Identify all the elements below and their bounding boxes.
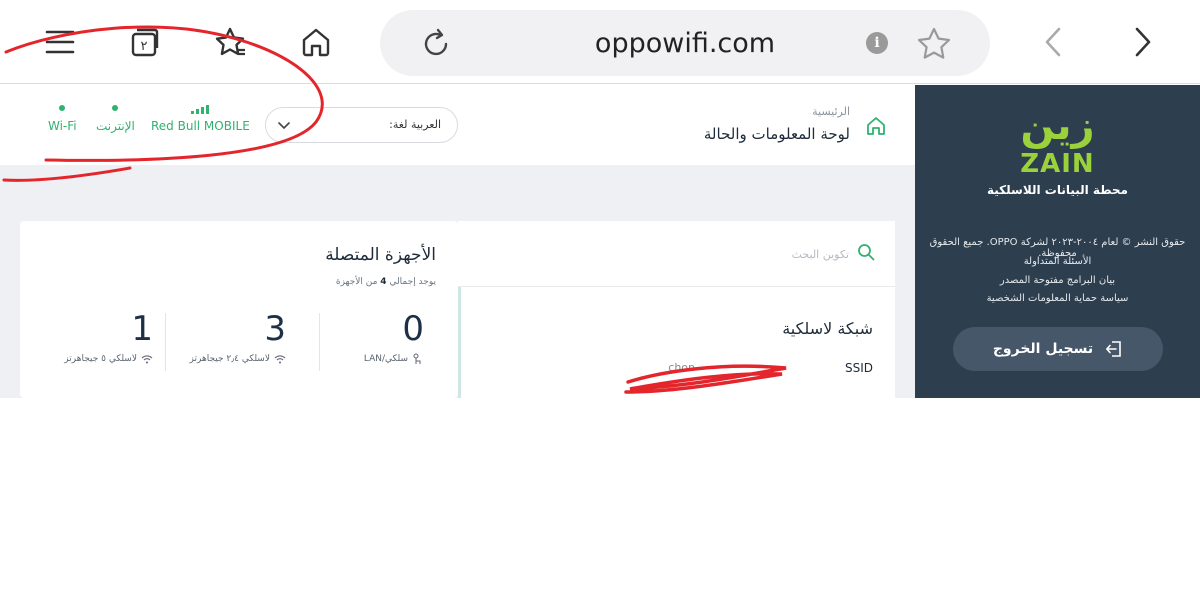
signal-icon [151, 105, 250, 114]
wifi-24-count: 3 [264, 309, 286, 349]
breadcrumb[interactable]: الرئيسية [812, 105, 850, 118]
card-accent-bar [458, 287, 461, 398]
lan-stat-label: سلكي/LAN [364, 353, 424, 365]
search-icon[interactable] [857, 243, 875, 261]
wifi-24-label: لاسلكي ٢٫٤ جيجاهرتز [189, 354, 270, 364]
lan-stat[interactable]: 0 سلكي/LAN [306, 309, 436, 369]
ssid-label: SSID [844, 361, 873, 375]
summary-prefix: يوجد إجمالي [389, 277, 436, 287]
internet-status: الإنترنت [96, 105, 135, 133]
lan-count: 0 [402, 309, 424, 349]
wifi-5-label: لاسلكي ٥ جيجاهرتز [64, 354, 137, 364]
language-value: العربية [410, 118, 441, 131]
wifi-status: Wi-Fi [48, 105, 77, 133]
logout-icon [1106, 341, 1121, 357]
internet-status-label: الإنترنت [96, 119, 135, 133]
tab-count: ٢ [141, 39, 148, 54]
language-label: لغة: [389, 118, 408, 131]
wireless-network-title: شبكة لاسلكية [782, 319, 873, 338]
page-title: لوحة المعلومات والحالة [703, 125, 850, 143]
privacy-link[interactable]: سياسة حماية المعلومات الشخصية [915, 293, 1200, 304]
wifi-5-stat-label: لاسلكي ٥ جيجاهرتز [64, 353, 153, 365]
url-text[interactable]: oppowifi.com [380, 28, 990, 59]
logout-button[interactable]: تسجيل الخروج [953, 327, 1163, 371]
bookmarks-icon[interactable] [210, 22, 250, 62]
wifi-status-dot [59, 105, 66, 111]
connected-devices-summary: يوجد إجمالي 4 من الأجهزة [336, 277, 436, 287]
router-page: Wi-Fi الإنترنت Red Bull MOBILE العربية ل… [0, 85, 1200, 398]
lan-label: سلكي/LAN [363, 354, 408, 364]
wifi-5-stat[interactable]: 1 لاسلكي ٥ جيجاهرتز [35, 309, 165, 369]
network-status: Red Bull MOBILE [151, 105, 250, 133]
open-source-link[interactable]: بيان البرامج مفتوحة المصدر [915, 275, 1200, 286]
total-devices: 4 [380, 277, 387, 287]
back-icon[interactable] [1034, 22, 1074, 62]
page-header: Wi-Fi الإنترنت Red Bull MOBILE العربية ل… [0, 85, 915, 165]
address-bar[interactable]: oppowifi.com i [380, 10, 990, 76]
forward-icon[interactable] [1122, 22, 1162, 62]
internet-status-dot [112, 105, 119, 111]
browser-toolbar: ٢ oppowifi.com i [0, 0, 1200, 84]
sidebar: زين ZAIN محطة البيانات اللاسلكية حقوق ال… [915, 85, 1200, 398]
stat-divider [319, 313, 320, 371]
logout-label: تسجيل الخروج [992, 341, 1094, 357]
wifi-status-label: Wi-Fi [48, 119, 77, 133]
wifi-icon [141, 355, 153, 364]
connected-devices-card: الأجهزة المتصلة يوجد إجمالي 4 من الأجهزة… [20, 221, 458, 398]
menu-icon[interactable] [40, 22, 80, 62]
chevron-down-icon [278, 122, 290, 130]
wifi-5-count: 1 [131, 309, 153, 349]
tabs-icon[interactable]: ٢ [124, 22, 164, 62]
ssid-value: chon [668, 361, 695, 374]
faq-link[interactable]: الأسئلة المتداولة [915, 256, 1200, 267]
ethernet-icon [413, 353, 421, 364]
wifi-icon [274, 355, 286, 364]
wifi-24-stat-label: لاسلكي ٢٫٤ جيجاهرتز [190, 353, 286, 365]
stat-divider [165, 313, 166, 371]
info-icon[interactable]: i [866, 32, 888, 54]
wireless-network-card: شبكة لاسلكية SSID chon [458, 221, 895, 398]
language-text: العربية لغة: [389, 118, 441, 131]
home-icon[interactable] [296, 22, 336, 62]
wifi-24-stat[interactable]: 3 لاسلكي ٢٫٤ جيجاهرتز [168, 309, 298, 369]
language-select[interactable]: العربية لغة: [265, 107, 458, 143]
search-row [458, 221, 895, 287]
summary-suffix: من الأجهزة [335, 277, 378, 287]
network-name: Red Bull MOBILE [151, 119, 250, 133]
brand-english: ZAIN [1020, 149, 1095, 179]
home-breadcrumb-icon[interactable] [865, 115, 887, 137]
search-input[interactable] [649, 243, 849, 265]
zain-logo: زين ZAIN [915, 103, 1200, 179]
brand-arabic: زين [1020, 103, 1095, 149]
connected-devices-title: الأجهزة المتصلة [325, 245, 436, 265]
device-subtitle: محطة البيانات اللاسلكية [987, 183, 1128, 197]
star-icon[interactable] [914, 24, 954, 64]
